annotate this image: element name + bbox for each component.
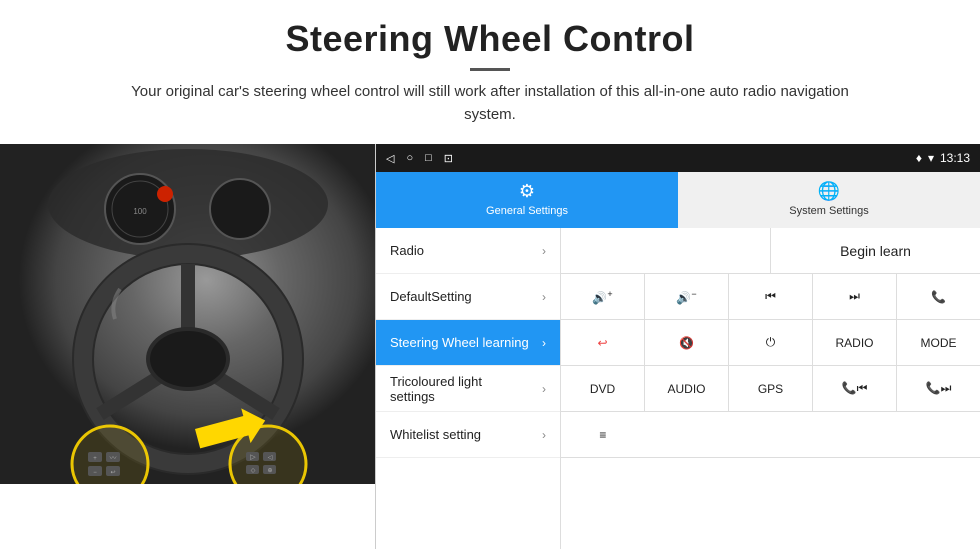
svg-text:◁: ◁ (268, 455, 273, 461)
top-tabs: ⚙ General Settings 🌐 System Settings (376, 172, 980, 228)
dvd-label: DVD (590, 382, 615, 396)
gps-button[interactable]: GPS (729, 366, 813, 411)
phone-icon: 📞 (931, 290, 946, 304)
begin-learn-button[interactable]: Begin learn (771, 228, 980, 273)
menu-list: Radio › DefaultSetting › Steering Wheel … (376, 228, 561, 549)
audio-label: AUDIO (667, 382, 705, 396)
power-button[interactable]: ⏻ (729, 320, 813, 365)
audio-button[interactable]: AUDIO (645, 366, 729, 411)
tab-system-settings[interactable]: 🌐 System Settings (678, 172, 980, 228)
page-subtitle: Your original car's steering wheel contr… (110, 81, 870, 126)
radio-button[interactable]: RADIO (813, 320, 897, 365)
radio-label: RADIO (835, 336, 873, 350)
menu-item-tricoloured[interactable]: Tricoloured lightsettings › (376, 366, 560, 412)
hangup-icon: ↩ (597, 336, 607, 350)
menu-item-whitelist[interactable]: Whitelist setting › (376, 412, 560, 458)
chevron-icon: › (542, 290, 546, 304)
menu-item-steering-label: Steering Wheel learning (390, 335, 529, 350)
phone-prev-icon: 📞⏮ (842, 381, 868, 396)
general-settings-icon: ⚙ (519, 181, 535, 202)
hangup-button[interactable]: ↩ (561, 320, 645, 365)
chevron-icon: › (542, 382, 546, 396)
time-display: 13:13 (940, 151, 970, 165)
svg-text:+: + (93, 456, 97, 462)
svg-text:◇: ◇ (251, 468, 256, 474)
button-row-2: 🔊+ 🔊− ⏮ ⏭ 📞 (561, 274, 980, 320)
status-bar: ◁ ○ □ ⊡ ♦ ▾ 13:13 (376, 144, 980, 172)
location-icon: ♦ (916, 151, 922, 165)
menu-item-radio-label: Radio (390, 243, 424, 258)
mode-label: MODE (921, 336, 957, 350)
volume-up-icon: 🔊+ (592, 289, 612, 305)
system-settings-icon: 🌐 (818, 181, 840, 202)
tab-system-label: System Settings (789, 205, 868, 217)
button-panel: Begin learn 🔊+ 🔊− ⏮ (561, 228, 980, 549)
phone-next-button[interactable]: 📞⏭ (897, 366, 980, 411)
page-title: Steering Wheel Control (60, 18, 920, 60)
next-track-icon: ⏭ (849, 289, 860, 304)
chevron-icon: › (542, 336, 546, 350)
status-bar-left: ◁ ○ □ ⊡ (386, 152, 453, 165)
list-button[interactable]: ≡ (561, 412, 645, 457)
menu-item-default-setting[interactable]: DefaultSetting › (376, 274, 560, 320)
status-bar-right: ♦ ▾ 13:13 (916, 151, 970, 165)
button-row-5: ≡ (561, 412, 980, 458)
button-row-3: ↩ 🔇 ⏻ RADIO MODE (561, 320, 980, 366)
wifi-icon: ▾ (928, 151, 934, 165)
svg-text:▷: ▷ (250, 454, 256, 461)
phone-next-icon: 📞⏭ (926, 381, 952, 396)
chevron-icon: › (542, 244, 546, 258)
mute-icon: 🔇 (679, 336, 694, 350)
menu-item-tricoloured-label: Tricoloured lightsettings (390, 374, 482, 404)
chevron-icon: › (542, 428, 546, 442)
header-section: Steering Wheel Control Your original car… (0, 0, 980, 134)
tab-general-label: General Settings (486, 205, 568, 217)
mode-button[interactable]: MODE (897, 320, 980, 365)
menu-item-radio[interactable]: Radio › (376, 228, 560, 274)
prev-track-icon: ⏮ (765, 289, 776, 304)
button-row-4: DVD AUDIO GPS 📞⏮ 📞⏭ (561, 366, 980, 412)
page-wrapper: Steering Wheel Control Your original car… (0, 0, 980, 549)
screenshot-icon[interactable]: ⊡ (444, 152, 453, 165)
power-icon: ⏻ (766, 335, 776, 350)
steering-wheel-image: 100 (0, 144, 375, 484)
menu-item-default-label: DefaultSetting (390, 289, 472, 304)
back-nav-icon[interactable]: ◁ (386, 152, 394, 165)
volume-down-button[interactable]: 🔊− (645, 274, 729, 319)
svg-text:↩: ↩ (110, 470, 115, 476)
title-divider (470, 68, 510, 71)
gps-label: GPS (758, 382, 783, 396)
tab-general-settings[interactable]: ⚙ General Settings (376, 172, 678, 228)
phone-button[interactable]: 📞 (897, 274, 980, 319)
phone-prev-button[interactable]: 📞⏮ (813, 366, 897, 411)
empty-cell (561, 228, 771, 273)
list-icon: ≡ (599, 428, 606, 442)
recent-nav-icon[interactable]: □ (425, 152, 432, 164)
mute-button[interactable]: 🔇 (645, 320, 729, 365)
svg-text:−: − (93, 470, 97, 476)
svg-text:100: 100 (133, 207, 147, 216)
content-area: 100 (0, 144, 980, 549)
next-track-button[interactable]: ⏭ (813, 274, 897, 319)
prev-track-button[interactable]: ⏮ (729, 274, 813, 319)
menu-item-steering-wheel[interactable]: Steering Wheel learning › (376, 320, 560, 366)
svg-text:⊕: ⊕ (267, 468, 272, 474)
volume-down-icon: 🔊− (676, 289, 696, 305)
button-row-1: Begin learn (561, 228, 980, 274)
dvd-button[interactable]: DVD (561, 366, 645, 411)
volume-up-button[interactable]: 🔊+ (561, 274, 645, 319)
menu-item-whitelist-label: Whitelist setting (390, 427, 481, 442)
settings-menu: Radio › DefaultSetting › Steering Wheel … (376, 228, 980, 549)
svg-text:〰: 〰 (110, 455, 117, 462)
home-nav-icon[interactable]: ○ (406, 152, 413, 164)
android-panel: ◁ ○ □ ⊡ ♦ ▾ 13:13 ⚙ General Settings (375, 144, 980, 549)
